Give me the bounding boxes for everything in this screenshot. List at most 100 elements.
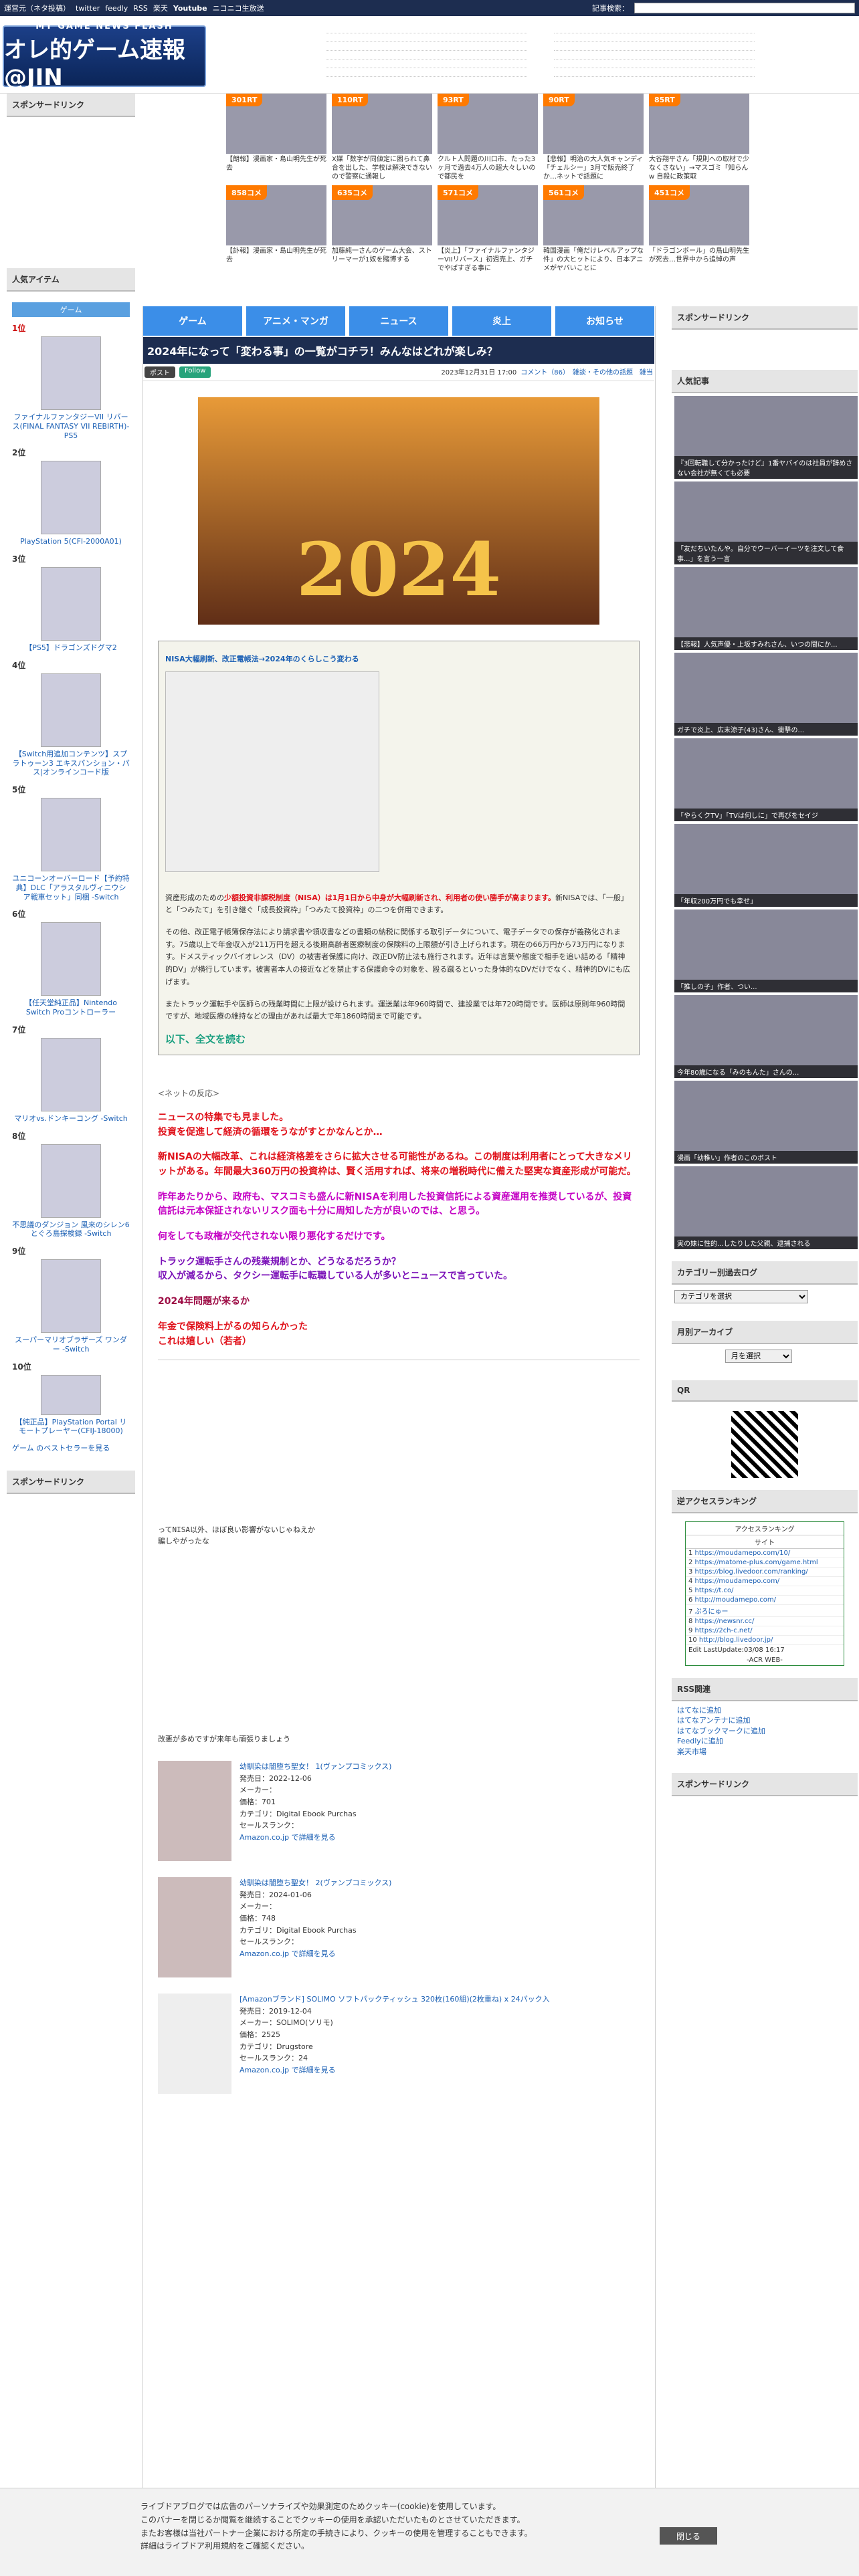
acr-item[interactable]: 5 https://t.co/ [686, 1586, 844, 1596]
acr-item[interactable]: 6 http://moudamepo.com/ [686, 1596, 844, 1605]
sponsor-caption[interactable]: 「ドラゴンボール」の鳥山明先生が死去…世界中から追悼の声 [649, 247, 749, 264]
popular-article[interactable]: 「年収200万円でも幸せ」 [674, 824, 858, 907]
product-image[interactable] [41, 922, 101, 996]
cookie-text[interactable]: 詳細はライブドア利用規約をご確認ください。 [140, 2540, 859, 2553]
popular-article[interactable]: 「推しの子」作者、つい... [674, 909, 858, 992]
nav-enjo[interactable]: 炎上 [452, 306, 551, 336]
topbar-link-1[interactable]: 運営元（ネタ投稿） [4, 3, 70, 13]
rank-item[interactable]: 1位 ファイナルファンタジーVII リバース(FINAL FANTASY VII … [7, 322, 135, 440]
rank-item[interactable]: 7位 マリオvs.ドンキーコング -Switch [7, 1024, 135, 1123]
acr-item[interactable]: 2 https://matome-plus.com/game.html [686, 1558, 844, 1568]
product-image[interactable] [158, 1761, 231, 1862]
sponsor-caption[interactable]: 大谷翔平さん「規則への取材で少なくさない」→マスゴミ「知らんw 自殺に政策取 [649, 155, 749, 181]
nav-game[interactable]: ゲーム [143, 306, 242, 336]
archive-select[interactable]: 月を選択 [725, 1350, 792, 1363]
topbar-link-5[interactable]: 楽天 [153, 3, 168, 13]
site-logo[interactable]: MY GAME NEWS FLASH オレ的ゲーム速報@JIN [3, 21, 206, 91]
popular-article-caption[interactable]: 【悲報】人気声優・上坂すみれさん、いつの間にか... [674, 637, 858, 650]
product-image[interactable] [41, 1259, 101, 1333]
rank-title[interactable]: ユニコーンオーバーロード【予約特典】DLC「アラスタルヴィニウシア戦車セット」同… [12, 874, 130, 901]
sponsor-caption[interactable]: 【訃報】漫画家・島山明先生が死去 [226, 247, 326, 264]
sponsor-caption[interactable]: X媒「数字が同値定に困られて鼻合を出した、学校は解決できないので警察に通報し [332, 155, 432, 181]
product-image[interactable] [41, 336, 101, 410]
nav-news[interactable]: ニュース [349, 306, 448, 336]
acr-edit[interactable]: Edit LastUpdate:03/08 16:17 [686, 1645, 844, 1655]
sponsor-thumbnail[interactable]: 571コメ [438, 185, 538, 245]
sponsor-item[interactable]: 93RT クルト人問題の川口市、たった3ヶ月で過去4万人の超大々しいので都民を [438, 94, 538, 181]
rank-title[interactable]: 【PS5】ドラゴンズドグマ2 [12, 643, 130, 653]
sponsor-thumbnail[interactable]: 93RT [438, 94, 538, 154]
popular-article-caption[interactable]: 漫画「幼稚い」作者のこのボスト [674, 1151, 858, 1164]
sponsor-item[interactable]: 635コメ加藤純一さんのゲーム大会、ストリーマーが1奴を賭博する [332, 185, 432, 273]
sponsor-item[interactable]: 451コメ「ドラゴンボール」の鳥山明先生が死去…世界中から追悼の声 [649, 185, 749, 273]
rank-title[interactable]: PlayStation 5(CFI-2000A01) [12, 537, 130, 546]
topbar-link-3[interactable]: feedly [105, 4, 128, 13]
sponsor-caption[interactable]: 【炎上】「ファイナルファンタジーVIIリバース」初週売上、ガチでやばすぎる事に [438, 247, 538, 273]
sponsor-thumbnail[interactable]: 85RT [649, 94, 749, 154]
search-input[interactable] [634, 3, 855, 13]
product-image[interactable] [158, 1877, 231, 1978]
rss-link[interactable]: Feedlyに追加 [677, 1736, 852, 1746]
rss-link[interactable]: 楽天市場 [677, 1747, 852, 1757]
sponsor-item[interactable]: 90RT 【悲報】明治の大人気キャンディ「チェルシー」3月で販売終了か…ネットで話… [543, 94, 644, 181]
product-image[interactable] [41, 673, 101, 747]
acr-item[interactable]: 7 ぷろにゅー [686, 1605, 844, 1617]
sponsor-item[interactable]: 561コメ 韓国漫画「俺だけレベルアップな件」の大ヒットにより、日本アニメがヤバい… [543, 185, 644, 273]
popular-article-caption[interactable]: 「やらくクTV」「TVは何しに」で再びをセイジ [674, 809, 858, 821]
popular-article-caption[interactable]: 『3回転職して分かったけど』1番ヤバイのは社員が辞めさない会社が無くても必要 [674, 456, 858, 479]
product-title[interactable]: 幼馴染は闇堕ち聖女！ 2(ヴァンプコミックス) [240, 1877, 391, 1889]
rss-link[interactable]: はてなに追加 [677, 1705, 852, 1715]
sponsor-thumbnail[interactable]: 301RT [226, 94, 326, 154]
source-screenshot[interactable] [165, 671, 379, 872]
rank-title[interactable]: マリオvs.ドンキーコング -Switch [12, 1114, 130, 1123]
sponsor-thumbnail[interactable]: 90RT [543, 94, 644, 154]
popular-article-caption[interactable]: 「友だちいたんや。自分でウーバーイーツを注文して食事...」を言う一言 [674, 542, 858, 564]
acr-item[interactable]: 9 https://2ch-c.net/ [686, 1626, 844, 1636]
rank-title[interactable]: ファイナルファンタジーVII リバース(FINAL FANTASY VII RE… [12, 413, 130, 440]
popular-article-caption[interactable]: 「年収200万円でも幸せ」 [674, 894, 858, 907]
popular-article-caption[interactable]: 「推しの子」作者、つい... [674, 980, 858, 992]
rank-tab-game[interactable]: ゲーム [12, 302, 130, 317]
sponsor-thumbnail[interactable]: 635コメ [332, 185, 432, 245]
amazon-link[interactable]: Amazon.co.jp で詳細を見る [240, 2064, 550, 2076]
amazon-link[interactable]: Amazon.co.jp で詳細を見る [240, 1948, 391, 1960]
popular-article-caption[interactable]: ガチで炎上、広末涼子(43)さん、衝撃の... [674, 723, 858, 736]
product-image[interactable] [41, 1037, 101, 1111]
topbar-link-2[interactable]: twitter [76, 4, 100, 13]
sponsor-thumbnail[interactable]: 451コメ [649, 185, 749, 245]
sponsor-caption[interactable]: 【悲報】明治の大人気キャンディ「チェルシー」3月で販売終了か…ネットで話題に [543, 155, 644, 181]
rank-title[interactable]: 【任天堂純正品】Nintendo Switch Proコントローラー [12, 998, 130, 1017]
sponsor-caption[interactable]: 韓国漫画「俺だけレベルアップな件」の大ヒットにより、日本アニメがヤバいことに [543, 247, 644, 273]
product-title[interactable]: 幼馴染は闇堕ち聖女！ 1(ヴァンプコミックス) [240, 1761, 391, 1773]
popular-article[interactable]: 「やらくクTV」「TVは何しに」で再びをセイジ [674, 738, 858, 821]
nav-info[interactable]: お知らせ [555, 306, 654, 336]
rank-title[interactable]: スーパーマリオブラザーズ ワンダー -Switch [12, 1335, 130, 1354]
rank-title[interactable]: 【純正品】PlayStation Portal リモートプレーヤー(CFIJ-1… [12, 1418, 130, 1436]
article-meta-links[interactable]: コメント（86） 雑談・その他の話題 雑当 [520, 366, 653, 378]
topbar-link-4[interactable]: RSS [133, 4, 148, 13]
product-image[interactable] [41, 1144, 101, 1218]
sponsor-caption[interactable]: 【朗報】漫画家・島山明先生が死去 [226, 155, 326, 173]
product-image[interactable] [41, 798, 101, 871]
rank-title[interactable]: 【Switch用追加コンテンツ】スプラトゥーン3 エキスパンション・パス|オンラ… [12, 750, 130, 777]
rank-title[interactable]: 不思議のダンジョン 風来のシレン6 とぐろ島探検録 -Switch [12, 1220, 130, 1239]
rss-link[interactable]: はてなブックマークに追加 [677, 1726, 852, 1736]
acr-footer-link[interactable]: -ACR WEB- [686, 1655, 844, 1665]
acr-item[interactable]: 10 http://blog.livedoor.jp/ [686, 1636, 844, 1645]
product-image[interactable] [41, 567, 101, 641]
rank-item[interactable]: 8位 不思議のダンジョン 風来のシレン6 とぐろ島探検録 -Switch [7, 1130, 135, 1239]
rank-item[interactable]: 4位 【Switch用追加コンテンツ】スプラトゥーン3 エキスパンション・パス|オ… [7, 659, 135, 777]
follow-button[interactable]: Follow [179, 366, 211, 378]
bestseller-link[interactable]: ゲーム のベストセラーを見る [7, 1442, 135, 1453]
popular-article[interactable]: 今年80歳になる「みのもんた」さんの... [674, 995, 858, 1078]
sponsor-thumbnail[interactable]: 110RT [332, 94, 432, 154]
popular-article[interactable]: 漫画「幼稚い」作者のこのボスト [674, 1081, 858, 1164]
sponsor-item[interactable]: 571コメ 【炎上】「ファイナルファンタジーVIIリバース」初週売上、ガチでやばす… [438, 185, 538, 273]
sponsor-caption[interactable]: 加藤純一さんのゲーム大会、ストリーマーが1奴を賭博する [332, 247, 432, 264]
category-select[interactable]: カテゴリを選択 [674, 1290, 808, 1303]
rank-item[interactable]: 5位 ユニコーンオーバーロード【予約特典】DLC「アラスタルヴィニウシア戦車セット… [7, 784, 135, 901]
product-image[interactable] [41, 1374, 101, 1415]
nav-anime-manga[interactable]: アニメ・マンガ [246, 306, 345, 336]
rank-item[interactable]: 2位 PlayStation 5(CFI-2000A01) [7, 447, 135, 546]
product-image[interactable] [158, 1994, 231, 2095]
